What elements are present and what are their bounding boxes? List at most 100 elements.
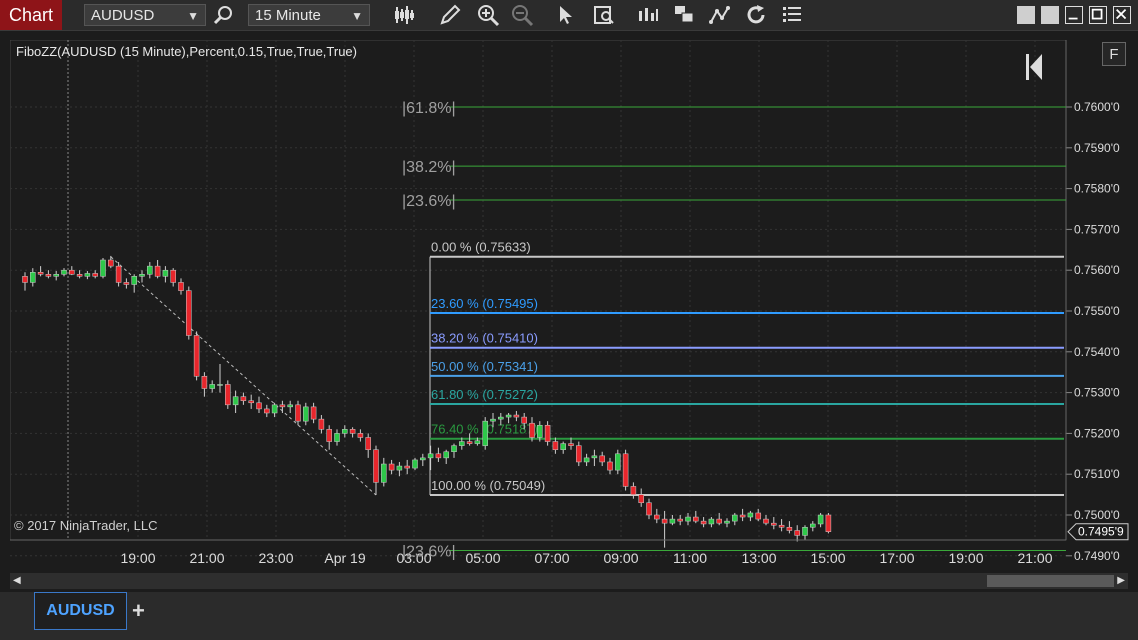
instrument-selector[interactable]: AUDUSD ▼ (84, 4, 206, 26)
candle-body (529, 422, 535, 438)
candle-body (599, 455, 605, 463)
candle-body (349, 429, 356, 434)
chevron-down-icon: ▼ (187, 9, 199, 23)
candle-body (630, 486, 637, 495)
candle-body (552, 441, 559, 450)
candle-body (92, 273, 98, 277)
horizontal-scrollbar[interactable]: ◀ ▶ (10, 573, 1128, 589)
add-tab-button[interactable]: + (132, 598, 145, 624)
candle-body (147, 265, 153, 275)
candle-body (747, 512, 754, 518)
candle-body (498, 416, 504, 420)
window-title: Chart (0, 0, 62, 30)
y-tick-label: 0.7560'0 (1074, 263, 1120, 277)
extension-label: |38.2%| (402, 159, 456, 176)
maximize-button[interactable] (1089, 6, 1107, 24)
minimize-button[interactable] (1065, 6, 1083, 24)
f-button[interactable]: F (1102, 42, 1126, 66)
tile-window-button[interactable] (1017, 6, 1035, 24)
y-tick-label: 0.7490'0 (1074, 549, 1120, 563)
candle-body (560, 443, 566, 450)
candle-body (638, 494, 644, 504)
x-tick-label: 05:00 (465, 550, 500, 566)
candle-body (513, 414, 520, 418)
candle-body (365, 437, 371, 450)
candle-body (420, 457, 426, 461)
candle-body (794, 530, 800, 536)
candle-body (240, 396, 247, 402)
candle-body (451, 445, 457, 453)
candle-body (474, 440, 481, 444)
candle-body (178, 282, 184, 291)
candle-body (326, 429, 332, 442)
scrollbar-thumb[interactable] (987, 575, 1114, 587)
candle-body (100, 259, 106, 277)
candle-body (490, 418, 496, 422)
candle-body (669, 518, 676, 524)
candle-body (817, 514, 824, 525)
indicators-icon[interactable] (636, 3, 660, 27)
x-tick-label: Apr 19 (324, 550, 365, 566)
tab-audusd[interactable]: AUDUSD (34, 592, 127, 630)
candle-body (521, 416, 527, 424)
interval-selector[interactable]: 15 Minute ▼ (248, 4, 370, 26)
zoom-out-icon[interactable] (510, 3, 534, 27)
candle-body (61, 269, 67, 275)
scroll-left-icon[interactable]: ◀ (13, 575, 21, 586)
scroll-end-icon (1026, 54, 1029, 80)
search-icon[interactable] (212, 3, 236, 27)
candle-body (786, 526, 793, 531)
x-tick-label: 19:00 (120, 550, 155, 566)
strategies-icon[interactable] (708, 3, 732, 27)
candle-body (287, 404, 293, 408)
candle-body (201, 376, 208, 389)
candle-body (435, 453, 442, 459)
candle-body (404, 465, 410, 469)
candle-body (69, 269, 75, 275)
x-tick-label: 11:00 (673, 550, 707, 566)
chevron-down-icon: ▼ (351, 9, 363, 23)
x-tick-label: 13:00 (741, 550, 776, 566)
candle-body (771, 522, 777, 526)
pencil-icon[interactable] (438, 3, 462, 27)
candle-body (755, 512, 761, 520)
properties-list-icon[interactable] (780, 3, 804, 27)
candle-body (357, 433, 364, 438)
candle-body (412, 459, 418, 469)
refresh-icon[interactable] (744, 3, 768, 27)
candle-body (739, 514, 746, 518)
y-tick-label: 0.7510'0 (1074, 467, 1120, 481)
link-window-button[interactable] (1041, 6, 1059, 24)
chart-style-icon[interactable] (392, 3, 416, 27)
candle-body (381, 463, 387, 483)
candle-body (115, 265, 122, 283)
candle-body (256, 402, 262, 410)
x-tick-label: 21:00 (189, 550, 224, 566)
price-chart[interactable]: 0.7600'0 0.7590'0 0.7580'0 0.7570'0 0.7560'0… (10, 40, 1138, 570)
y-tick-label: 0.7580'0 (1074, 182, 1120, 196)
candle-body (716, 518, 722, 524)
candle-body (232, 396, 239, 406)
candle-body (700, 520, 707, 525)
extension-label: |61.8%| (402, 100, 456, 117)
y-tick-label: 0.7520'0 (1074, 426, 1120, 440)
current-price-label: 0.7495'9 (1078, 525, 1124, 539)
zoom-in-icon[interactable] (476, 3, 500, 27)
candle-body (537, 424, 543, 438)
candle-body (724, 520, 730, 524)
pointer-icon[interactable] (554, 3, 578, 27)
candle-body (53, 274, 59, 277)
candle-body (217, 384, 223, 386)
candle-body (154, 265, 161, 277)
scroll-right-icon[interactable]: ▶ (1117, 575, 1125, 586)
candle-body (108, 259, 114, 267)
y-tick-label: 0.7570'0 (1074, 222, 1120, 236)
candle-body (123, 282, 130, 285)
candle-body (459, 441, 465, 446)
candle-body (209, 384, 215, 389)
templates-icon[interactable] (672, 3, 696, 27)
y-tick-label: 0.7530'0 (1074, 386, 1120, 400)
close-button[interactable] (1113, 6, 1131, 24)
data-box-icon[interactable] (592, 3, 616, 27)
interval-value: 15 Minute (255, 7, 321, 24)
